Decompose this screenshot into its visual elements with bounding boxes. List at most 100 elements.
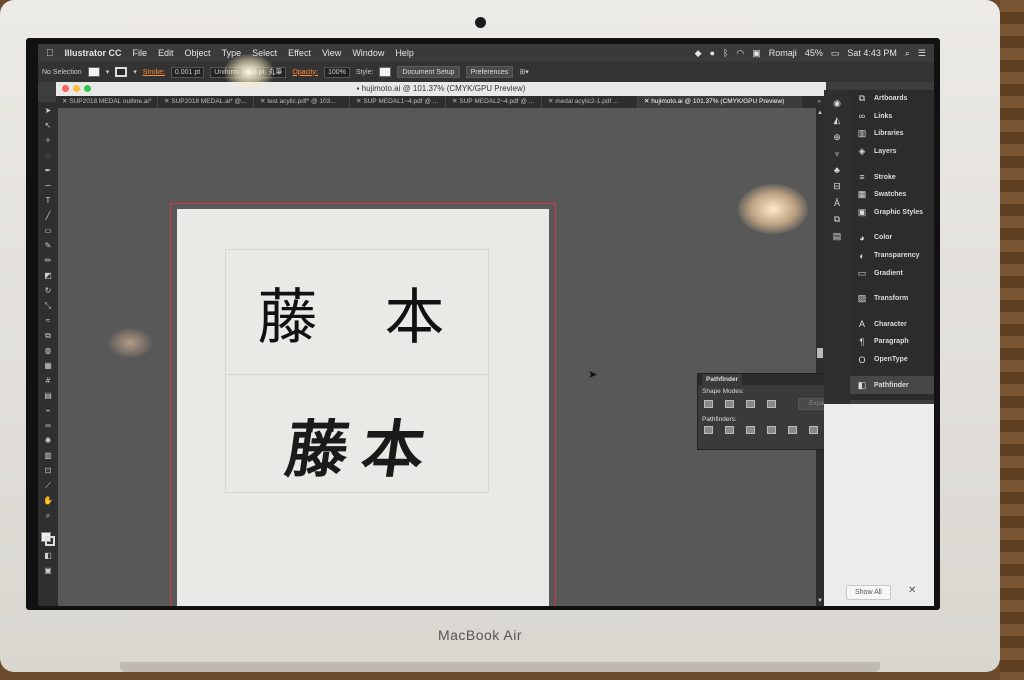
eyedropper-tool-icon[interactable]: ⌁ [46,406,51,416]
fill-stroke-icon[interactable] [41,532,55,546]
canvas[interactable]: 藤 本 藤本 ➤ [58,108,816,606]
selection-tool-icon[interactable]: ➤ [45,106,52,116]
direct-selection-tool-icon[interactable]: ↖ [45,121,52,131]
glyphs-icon[interactable]: Ā [834,198,840,208]
perspective-grid-tool-icon[interactable]: ▦ [44,361,52,371]
minus-back-icon[interactable] [809,426,818,434]
zoom-tool-icon[interactable]: ⌕ [46,511,50,521]
dock-item-character[interactable]: A Character [850,316,934,334]
pen-tool-icon[interactable]: ✒ [45,166,52,176]
preferences-button[interactable]: Preferences [465,66,514,78]
battery-percent[interactable]: 45% [805,48,823,58]
wifi-icon[interactable]: ◠ [736,48,744,59]
zoom-window-button[interactable] [84,85,91,92]
menu-window[interactable]: Window [352,48,384,58]
free-transform-tool-icon[interactable]: ⧉ [45,331,51,341]
stroke-label[interactable]: Stroke: [143,69,165,76]
stroke-profile-dropdown[interactable]: Uniform [210,66,243,78]
scale-tool-icon[interactable]: ⤡ [45,301,51,311]
graphic-style-swatch[interactable] [379,67,392,77]
stroke-swatch[interactable] [115,67,128,77]
dock-item-opentype[interactable]: O OpenType [850,351,934,369]
scrollbar-thumb[interactable] [817,348,823,358]
info-icon[interactable]: ⊕ [833,132,841,143]
tab-document[interactable]: ✕ medal acylic2-1.pdf ... [542,96,638,108]
dropbox-icon[interactable]: ◆ [695,48,702,59]
chat-icon[interactable]: ● [710,48,715,58]
layers-collapsed-icon[interactable]: ▤ [833,231,842,242]
type-tool-icon[interactable]: T [46,196,51,206]
navigator-icon[interactable]: ◭ [834,115,841,126]
scroll-down-icon[interactable]: ▼ [816,598,824,604]
dock-item-transparency[interactable]: ◐ Transparency [850,247,934,265]
dock-item-libraries[interactable]: ▥ Libraries [850,125,934,143]
show-all-button[interactable]: Show All [846,585,891,600]
mesh-tool-icon[interactable]: # [46,376,50,386]
close-window-button[interactable] [62,85,69,92]
eraser-tool-icon[interactable]: ◩ [44,271,52,281]
notification-center-icon[interactable]: ☰ [918,48,926,59]
pathfinder-tab[interactable]: Pathfinder [702,374,743,385]
dock-item-transform[interactable]: ▨ Transform [850,290,934,308]
stroke-dropdown-icon[interactable]: ▾ [133,68,137,76]
minimize-window-button[interactable] [73,85,80,92]
unite-icon[interactable] [704,400,713,408]
column-graph-tool-icon[interactable]: ▥ [44,451,52,461]
bluetooth-icon[interactable]: ᛒ [723,48,728,58]
arrange-documents-icon[interactable]: ⊞▾ [519,68,528,76]
name-text-print[interactable]: 藤 本 [177,269,549,356]
battery-icon[interactable]: ▭ [831,48,840,59]
artboard-tool-icon[interactable]: ⊡ [45,466,52,476]
dock-item-swatches[interactable]: ▦ Swatches [850,186,934,204]
pencil-tool-icon[interactable]: ✏ [45,256,52,266]
rectangle-tool-icon[interactable]: ▭ [44,226,52,236]
dock-item-stroke[interactable]: ≡ Stroke [850,168,934,186]
menu-select[interactable]: Select [252,48,277,58]
brushes-icon[interactable]: ♆ [834,149,841,159]
dock-item-color[interactable]: ◕ Color [850,229,934,247]
menu-edit[interactable]: Edit [158,48,174,58]
opacity-label[interactable]: Opacity: [292,69,318,76]
tab-document[interactable]: ✕ SUP MEDAL2~4.pdf @ ... [446,96,542,108]
screen-mode-icon[interactable]: ▣ [44,566,52,576]
rotate-tool-icon[interactable]: ↻ [45,286,52,296]
stroke-weight-field[interactable]: 0.001 pt [170,66,205,78]
tab-document[interactable]: ✕ SUP2018 MEDAL.ai* @... [158,96,254,108]
asset-export-icon[interactable]: ⧉ [834,214,840,225]
divide-icon[interactable] [704,426,713,434]
gradient-tool-icon[interactable]: ▤ [44,391,52,401]
input-source-label[interactable]: Romaji [769,48,797,58]
intersect-icon[interactable] [745,400,755,408]
minus-front-icon[interactable] [724,400,734,408]
lasso-tool-icon[interactable]: ◌ [46,151,51,161]
fill-swatch[interactable] [87,67,100,77]
document-setup-button[interactable]: Document Setup [397,66,460,78]
dock-item-graphic-styles[interactable]: ▣ Graphic Styles [850,204,934,222]
symbol-sprayer-tool-icon[interactable]: ✺ [45,436,52,446]
hand-tool-icon[interactable]: ✋ [43,496,53,506]
menu-help[interactable]: Help [395,48,414,58]
slice-tool-icon[interactable]: ⟋ [45,481,51,491]
crop-icon[interactable] [767,426,776,434]
dock-item-pathfinder[interactable]: ◧ Pathfinder [850,376,934,394]
close-icon[interactable]: ✕ [908,585,916,596]
outline-icon[interactable] [788,426,797,434]
spotlight-search-icon[interactable]: ⌕ [905,48,910,59]
menu-type[interactable]: Type [222,48,242,58]
apple-logo-icon[interactable]:  [46,48,54,59]
tab-document[interactable]: ✕ test acylic.pdf* @ 103... [254,96,350,108]
curvature-tool-icon[interactable]: ∽ [45,181,52,191]
properties-icon[interactable]: ◉ [833,98,841,109]
menu-file[interactable]: File [133,48,148,58]
brush-definition-dropdown[interactable]: 5 pt. 丸筆 [248,66,287,78]
line-tool-icon[interactable]: ╱ [46,211,51,221]
align-icon[interactable]: ⊟ [833,181,841,192]
artboard[interactable]: 藤 本 藤本 [177,209,549,606]
width-tool-icon[interactable]: ≈ [46,316,50,326]
tab-document[interactable]: ✕ SUP MEDAL1~4.pdf @ ... [350,96,446,108]
dock-item-paragraph[interactable]: ¶ Paragraph [850,333,934,351]
dock-item-artboards[interactable]: ⧉ Artboards [850,90,934,108]
menu-object[interactable]: Object [185,48,211,58]
fill-dropdown-icon[interactable]: ▾ [106,68,110,76]
menu-effect[interactable]: Effect [288,48,311,58]
